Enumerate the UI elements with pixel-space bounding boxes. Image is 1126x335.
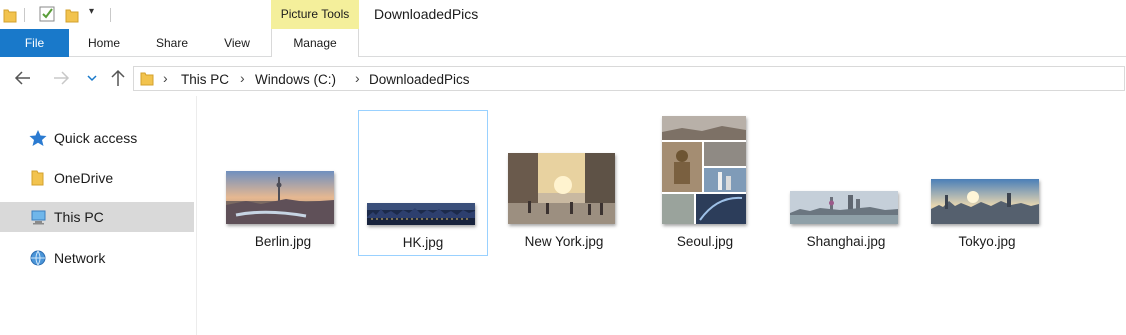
breadcrumb-downloadedpics[interactable]: DownloadedPics xyxy=(369,72,470,87)
nav-label: Quick access xyxy=(54,130,138,146)
nav-item-onedrive[interactable]: OneDrive xyxy=(0,163,194,193)
berlin-thumbnail xyxy=(226,171,334,224)
navigation-pane: Quick access OneDrive This PC Network xyxy=(0,96,197,335)
customize-qat-icon[interactable]: ▾ xyxy=(89,6,94,17)
address-bar[interactable]: › This PC › Windows (C:) › DownloadedPic… xyxy=(133,66,1125,91)
file-item-tokyo[interactable]: Tokyo.jpg xyxy=(922,110,1052,256)
nav-item-network[interactable]: Network xyxy=(0,243,194,273)
qat-separator xyxy=(110,8,111,22)
network-icon xyxy=(28,249,48,267)
recent-locations-chevron-down-icon[interactable] xyxy=(86,68,98,92)
properties-icon[interactable] xyxy=(38,5,56,28)
file-item-seoul[interactable]: Seoul.jpg xyxy=(640,110,770,256)
tab-file[interactable]: File xyxy=(0,29,69,57)
address-folder-icon xyxy=(140,70,154,93)
nav-item-this-pc[interactable]: This PC xyxy=(0,202,194,232)
seoul-thumbnail xyxy=(662,116,746,224)
star-icon xyxy=(28,129,48,147)
file-name: Tokyo.jpg xyxy=(958,234,1016,249)
tab-share[interactable]: Share xyxy=(140,29,204,57)
window-title: DownloadedPics xyxy=(374,6,479,22)
qat-separator xyxy=(24,8,25,22)
tokyo-thumbnail xyxy=(931,179,1039,224)
file-name: Berlin.jpg xyxy=(254,234,312,249)
nav-label: Network xyxy=(54,250,106,266)
nav-label: OneDrive xyxy=(54,170,114,186)
file-name: New York.jpg xyxy=(524,234,604,249)
back-arrow-icon[interactable] xyxy=(13,68,33,92)
nav-item-quick-access[interactable]: Quick access xyxy=(0,123,194,153)
file-item-shanghai[interactable]: Shanghai.jpg xyxy=(781,110,911,256)
file-item-new-york[interactable]: New York.jpg xyxy=(499,110,629,256)
computer-icon xyxy=(28,208,48,226)
up-arrow-icon[interactable] xyxy=(108,68,128,92)
new-york-thumbnail xyxy=(508,153,615,224)
qat-folder-icon xyxy=(3,6,17,29)
ribbon-divider xyxy=(69,56,1126,57)
folder-icon xyxy=(28,169,48,187)
breadcrumb-windows-c[interactable]: Windows (C:) xyxy=(255,72,336,87)
breadcrumb-chevron-icon[interactable]: › xyxy=(240,70,245,86)
tab-home[interactable]: Home xyxy=(72,29,136,57)
new-folder-icon[interactable] xyxy=(65,6,79,29)
shanghai-thumbnail xyxy=(790,191,898,224)
tab-manage[interactable]: Manage xyxy=(271,29,359,57)
nav-label: This PC xyxy=(54,209,104,225)
file-item-hk[interactable]: HK.jpg xyxy=(358,110,488,256)
breadcrumb-this-pc[interactable]: This PC xyxy=(181,72,229,87)
file-name: HK.jpg xyxy=(402,235,444,250)
hk-thumbnail xyxy=(367,203,475,225)
file-name: Shanghai.jpg xyxy=(806,234,886,249)
breadcrumb-chevron-icon[interactable]: › xyxy=(355,70,360,86)
breadcrumb-chevron-icon[interactable]: › xyxy=(163,70,168,86)
file-item-berlin[interactable]: Berlin.jpg xyxy=(218,110,348,256)
file-name: Seoul.jpg xyxy=(676,234,734,249)
forward-arrow-icon[interactable] xyxy=(51,68,71,92)
tab-view[interactable]: View xyxy=(205,29,269,57)
picture-tools-label: Picture Tools xyxy=(271,0,359,29)
